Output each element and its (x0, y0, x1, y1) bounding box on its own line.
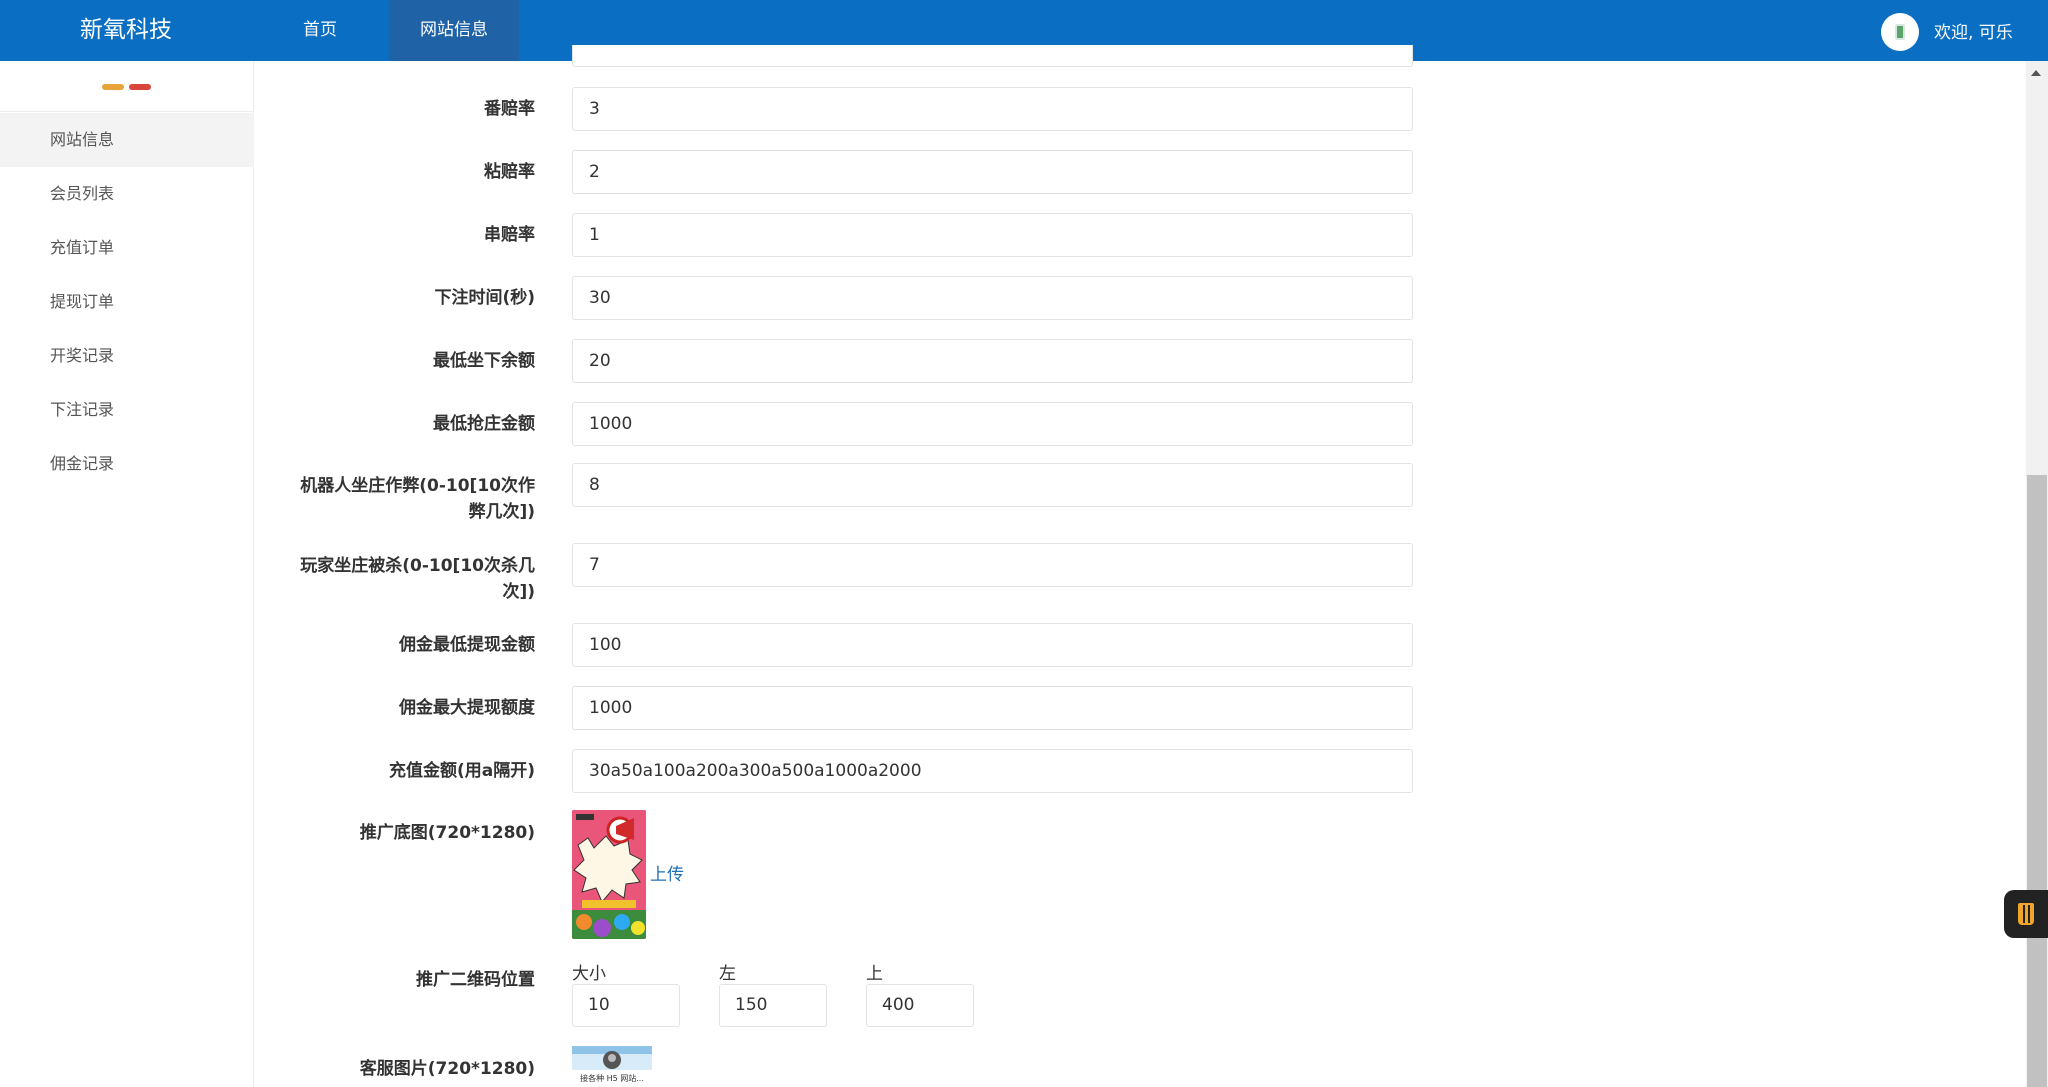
min-banker-amount-input[interactable]: 1000 (572, 402, 1413, 446)
sidebar-item-site-info[interactable]: 网站信息 (0, 113, 254, 167)
upload-link[interactable]: 上传 (650, 860, 684, 885)
sidebar-item-withdraw-orders[interactable]: 提现订单 (0, 275, 254, 329)
recharge-amounts-input[interactable]: 30a50a100a200a300a500a1000a2000 (572, 749, 1413, 793)
previous-field[interactable] (572, 45, 1413, 67)
player-banker-killed-input[interactable]: 7 (572, 543, 1413, 587)
floating-tool-button[interactable] (2004, 890, 2048, 938)
qr-top-label: 上 (866, 964, 883, 984)
bet-time-input[interactable]: 30 (572, 276, 1413, 320)
label-nian-odds: 粘赔率 (484, 162, 535, 182)
qr-top-input[interactable]: 400 (866, 984, 974, 1027)
nav-site-info[interactable]: 网站信息 (389, 0, 519, 61)
robot-banker-cheat-input[interactable]: 8 (572, 463, 1413, 507)
label-fan-odds: 番赔率 (484, 99, 535, 119)
nav-home[interactable]: 首页 (270, 0, 370, 61)
qr-size-input[interactable]: 10 (572, 984, 680, 1027)
sidebar-toggle-icon[interactable] (102, 84, 151, 91)
brand-logo[interactable]: 新氧科技 (80, 0, 172, 61)
label-qr-position: 推广二维码位置 (416, 970, 535, 990)
label-bet-time: 下注时间(秒) (434, 288, 535, 308)
min-seat-balance-input[interactable]: 20 (572, 339, 1413, 383)
fan-odds-input[interactable]: 3 (572, 87, 1413, 131)
label-robot-banker-cheat: 机器人坐庄作弊(0-10[10次作 弊几次]) (300, 476, 535, 522)
sidebar-item-recharge-orders[interactable]: 充值订单 (0, 221, 254, 275)
welcome-user[interactable]: 欢迎, 可乐 (1934, 0, 2013, 61)
service-image-thumbnail[interactable]: 接各种 H5 网站... (572, 1046, 652, 1087)
divider (0, 111, 254, 112)
phone-icon (1895, 24, 1905, 40)
sidebar: 网站信息 会员列表 充值订单 提现订单 开奖记录 下注记录 佣金记录 (0, 61, 254, 1087)
user-avatar[interactable] (1881, 13, 1919, 51)
sidebar-item-draw-records[interactable]: 开奖记录 (0, 329, 254, 383)
qr-left-input[interactable]: 150 (719, 984, 827, 1027)
scrollbar-thumb[interactable] (2027, 475, 2047, 1087)
label-promo-image: 推广底图(720*1280) (359, 823, 535, 843)
label-chuan-odds: 串赔率 (484, 225, 535, 245)
label-min-seat-balance: 最低坐下余额 (433, 351, 535, 371)
commission-max-withdraw-input[interactable]: 1000 (572, 686, 1413, 730)
label-min-banker-amount: 最低抢庄金额 (433, 414, 535, 434)
label-player-banker-killed: 玩家坐庄被杀(0-10[10次杀几 次]) (300, 556, 535, 602)
commission-min-withdraw-input[interactable]: 100 (572, 623, 1413, 667)
cup-icon (2018, 903, 2034, 925)
qr-left-label: 左 (719, 964, 736, 984)
label-service-image: 客服图片(720*1280) (359, 1059, 535, 1079)
sidebar-item-members[interactable]: 会员列表 (0, 167, 254, 221)
sidebar-item-bet-records[interactable]: 下注记录 (0, 383, 254, 437)
sidebar-item-commission-records[interactable]: 佣金记录 (0, 437, 254, 491)
qr-size-label: 大小 (572, 964, 606, 984)
label-commission-min-withdraw: 佣金最低提现金额 (399, 635, 535, 655)
chuan-odds-input[interactable]: 1 (572, 213, 1413, 257)
nian-odds-input[interactable]: 2 (572, 150, 1413, 194)
label-commission-max-withdraw: 佣金最大提现额度 (399, 698, 535, 718)
service-image-caption: 接各种 H5 网站... (580, 1074, 644, 1083)
label-recharge-amounts: 充值金额(用a隔开) (388, 761, 535, 781)
promo-image-thumbnail[interactable] (572, 810, 646, 939)
scroll-up-arrow-icon[interactable] (2031, 70, 2041, 76)
